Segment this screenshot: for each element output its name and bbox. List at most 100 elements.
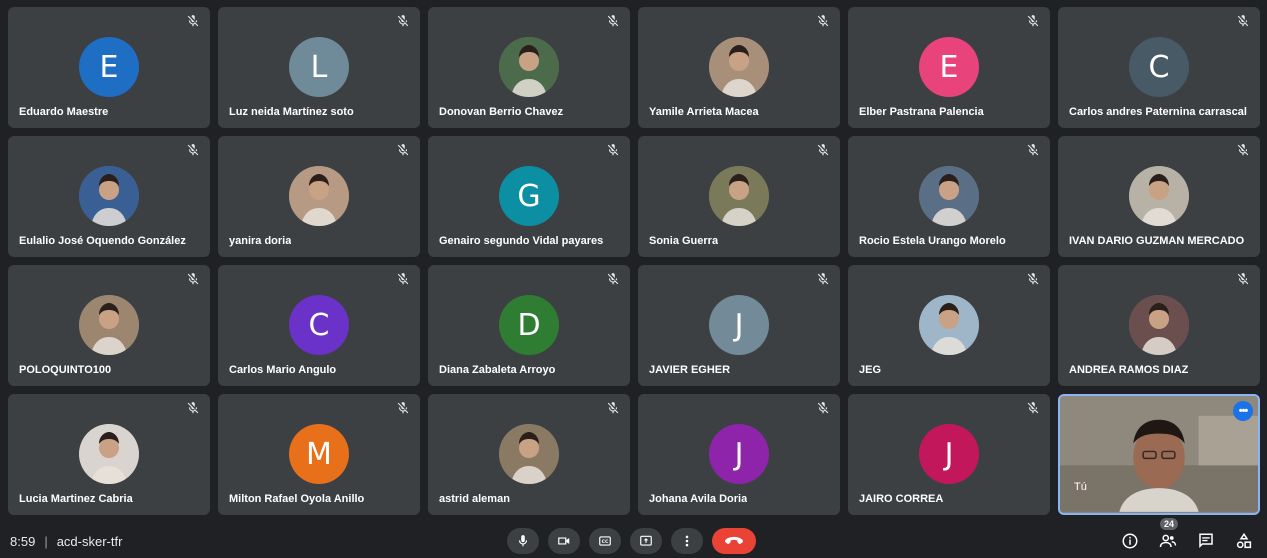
participant-tile[interactable]: D Diana Zabaleta Arroyo [428,265,630,386]
participant-tile[interactable]: Rocio Estela Urango Morelo [848,136,1050,257]
participant-tile[interactable]: C Carlos andres Paternina carrascal [1058,7,1260,128]
participant-grid: E Eduardo Maestre L Luz neida Martínez soto… [8,7,1260,516]
mic-off-icon [817,15,829,27]
participant-tile[interactable]: J Johana Avila Doria [638,394,840,515]
participant-tile[interactable]: Donovan Berrio Chavez [428,7,630,128]
avatar: J [709,295,769,355]
activities-button[interactable] [1233,530,1255,552]
avatar [1129,295,1189,355]
svg-text:CC: CC [602,539,609,545]
participant-name: JEG [859,364,882,376]
participant-tile[interactable]: Eulalio José Oquendo González [8,136,210,257]
self-view-tile[interactable]: ••• Tú [1058,394,1260,515]
avatar [1129,166,1189,226]
participant-tile[interactable]: astrid aleman [428,394,630,515]
participant-tile[interactable]: E Eduardo Maestre [8,7,210,128]
participant-tile[interactable]: Lucia Martinez Cabria [8,394,210,515]
participant-name: Johana Avila Doria [649,493,748,505]
participant-name: astrid aleman [439,493,510,505]
people-icon [1159,534,1177,548]
participant-tile[interactable]: Yamile Arrieta Macea [638,7,840,128]
mic-off-icon [607,15,619,27]
participant-name: Lucia Martinez Cabria [19,493,133,505]
avatar: L [289,37,349,97]
mic-off-icon [187,402,199,414]
avatar [919,295,979,355]
chat-button[interactable] [1195,530,1217,552]
mic-icon [518,535,528,547]
participant-tile[interactable]: POLOQUINTO100 [8,265,210,386]
participant-tile[interactable]: IVAN DARIO GUZMAN MERCADO [1058,136,1260,257]
participant-tile[interactable]: Sonia Guerra [638,136,840,257]
participant-name: Genairo segundo Vidal payares [439,235,604,247]
meeting-code: acd-sker-tfr [56,534,123,549]
present-icon [640,535,652,546]
participant-tile[interactable]: G Genairo segundo Vidal payares [428,136,630,257]
info-icon [1122,533,1138,549]
participant-tile[interactable]: L Luz neida Martínez soto [218,7,420,128]
avatar [709,166,769,226]
self-label: Tú [1074,481,1087,493]
more-options-button[interactable] [671,528,703,554]
participant-name: Yamile Arrieta Macea [649,106,759,118]
participant-name: Sonia Guerra [649,235,719,247]
meeting-info: 8:59 | acd-sker-tfr [10,534,122,549]
avatar [709,37,769,97]
avatar [289,166,349,226]
avatar [499,424,559,484]
participant-tile[interactable]: ANDREA RAMOS DIAZ [1058,265,1260,386]
camera-button[interactable] [548,528,580,554]
self-options-button[interactable]: ••• [1233,401,1253,421]
participant-tile[interactable]: J JAIRO CORREA [848,394,1050,515]
participant-name: Eduardo Maestre [19,106,109,118]
avatar [79,295,139,355]
participant-tile[interactable]: C Carlos Mario Angulo [218,265,420,386]
microphone-button[interactable] [507,528,539,554]
mic-off-icon [1027,273,1039,285]
participant-name: IVAN DARIO GUZMAN MERCADO [1069,235,1245,247]
participant-name: Milton Rafael Oyola Anillo [229,493,365,505]
participant-tile[interactable]: J JAVIER EGHER [638,265,840,386]
participant-name: Diana Zabaleta Arroyo [439,364,556,376]
avatar [919,166,979,226]
participant-tile[interactable]: M Milton Rafael Oyola Anillo [218,394,420,515]
participant-name: Luz neida Martínez soto [229,106,354,118]
end-call-icon [724,536,744,544]
avatar [79,424,139,484]
participant-name: ANDREA RAMOS DIAZ [1069,364,1189,376]
avatar: J [709,424,769,484]
mic-off-icon [187,144,199,156]
mic-off-icon [817,402,829,414]
captions-button[interactable]: CC [589,528,621,554]
meeting-details-button[interactable] [1119,530,1141,552]
mic-off-icon [1027,144,1039,156]
call-controls: CC [507,528,756,554]
mic-off-icon [1027,402,1039,414]
participant-name: Carlos Mario Angulo [229,364,337,376]
participant-name: POLOQUINTO100 [19,364,112,376]
mic-off-icon [397,15,409,27]
participant-tile[interactable]: JEG [848,265,1050,386]
mic-off-icon [607,273,619,285]
participant-name: Rocio Estela Urango Morelo [859,235,1006,247]
avatar: D [499,295,559,355]
mic-off-icon [397,144,409,156]
mic-off-icon [817,144,829,156]
participant-name: Eulalio José Oquendo González [19,235,186,247]
avatar: E [919,37,979,97]
avatar: J [919,424,979,484]
avatar: C [1129,37,1189,97]
participant-name: Carlos andres Paternina carrascal [1069,106,1247,118]
mic-off-icon [817,273,829,285]
mic-off-icon [397,273,409,285]
end-call-button[interactable] [712,528,756,554]
participant-tile[interactable]: E Elber Pastrana Palencia [848,7,1050,128]
mic-off-icon [1027,15,1039,27]
people-button[interactable]: 24 [1157,518,1179,552]
participant-tile[interactable]: yanira doria [218,136,420,257]
avatar: G [499,166,559,226]
present-button[interactable] [630,528,662,554]
avatar: E [79,37,139,97]
mic-off-icon [1237,144,1249,156]
right-controls: 24 [1119,518,1255,552]
